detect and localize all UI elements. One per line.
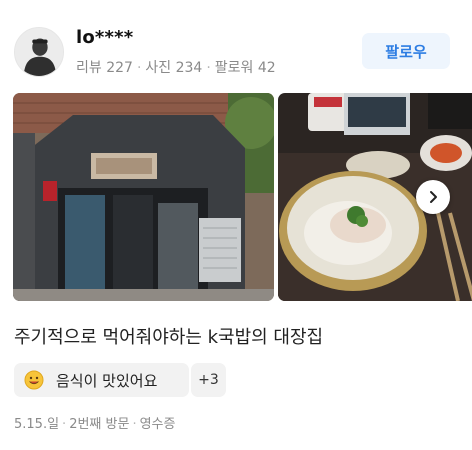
- photo-carousel[interactable]: [13, 93, 472, 301]
- follow-button[interactable]: 팔로우: [362, 33, 450, 69]
- photo-count: 사진 234: [145, 60, 203, 76]
- restaurant-storefront-photo: [13, 93, 274, 301]
- separator-dot: ·: [62, 417, 67, 432]
- verification-method: 영수증: [139, 417, 176, 432]
- username[interactable]: lo****: [76, 27, 133, 48]
- separator-dot: ·: [206, 60, 211, 76]
- review-body[interactable]: 주기적으로 먹어줘야하는 k국밥의 대장집: [14, 323, 323, 349]
- avatar[interactable]: [14, 27, 64, 77]
- separator-dot: ·: [136, 60, 142, 76]
- user-avatar-icon: [15, 28, 63, 76]
- review-tag-chip[interactable]: 음식이 맛있어요: [14, 363, 189, 397]
- review-count: 리뷰 227: [76, 60, 133, 76]
- tag-label: 음식이 맛있어요: [56, 371, 158, 390]
- photo-storefront[interactable]: [13, 93, 274, 301]
- smiling-face-icon: [24, 370, 44, 390]
- more-tags-button[interactable]: +3: [191, 363, 226, 397]
- chevron-right-icon: [430, 191, 437, 203]
- visit-count: 2번째 방문: [69, 417, 130, 432]
- reviewer-stats: 리뷰 227 · 사진 234 · 팔로워 42: [76, 57, 276, 77]
- visit-date: 5.15.일: [14, 417, 60, 432]
- carousel-next-button[interactable]: [416, 180, 450, 214]
- visit-meta: 5.15.일 · 2번째 방문 · 영수증: [14, 413, 175, 432]
- follower-count: 팔로워 42: [214, 60, 276, 76]
- separator-dot: ·: [132, 417, 137, 432]
